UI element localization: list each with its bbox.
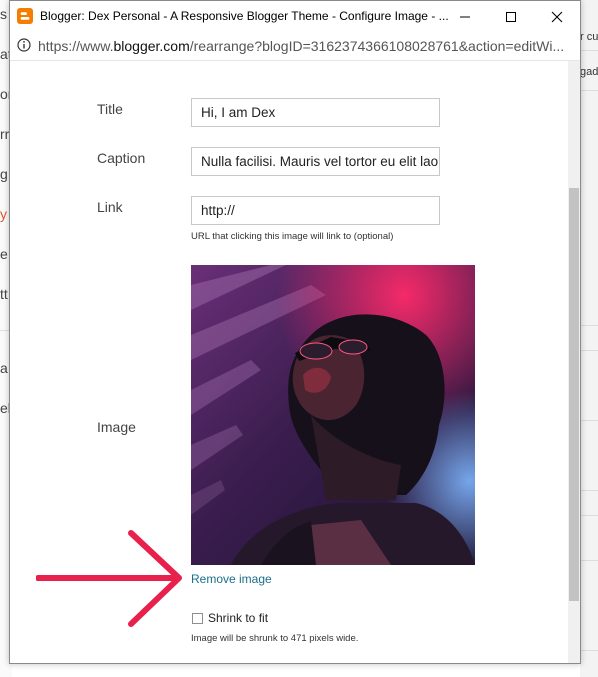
remove-image-link[interactable]: Remove image: [191, 572, 272, 586]
bg-fragment: gad: [580, 66, 598, 78]
bg-divider: [580, 50, 598, 51]
bg-divider: [580, 350, 598, 351]
bg-divider: [580, 515, 598, 516]
scrollbar[interactable]: [568, 61, 580, 663]
image-label: Image: [97, 419, 136, 435]
link-label: Link: [97, 199, 123, 215]
info-icon[interactable]: [17, 38, 31, 52]
link-hint: URL that clicking this image will link t…: [191, 231, 394, 242]
bg-divider: [580, 325, 598, 326]
title-bar[interactable]: Blogger: Dex Personal - A Responsive Blo…: [10, 1, 580, 32]
bg-divider: [580, 420, 598, 421]
scrollbar-thumb[interactable]: [569, 188, 579, 601]
title-input[interactable]: Hi, I am Dex: [191, 98, 440, 127]
bg-divider: [580, 650, 598, 651]
url-prefix: https://www.: [38, 38, 114, 54]
caption-label: Caption: [97, 150, 146, 166]
title-label: Title: [97, 101, 123, 117]
url-text[interactable]: https://www.blogger.com/rearrange?blogID…: [38, 38, 578, 54]
background-page-right: r cu gad: [580, 0, 598, 677]
close-icon: [551, 11, 563, 22]
bg-divider: [580, 90, 598, 91]
image-preview: [191, 265, 475, 565]
address-bar[interactable]: https://www.blogger.com/rearrange?blogID…: [10, 32, 580, 61]
shrink-to-fit-checkbox[interactable]: [192, 613, 203, 624]
url-path: /rearrange?blogID=3162374366108028761&ac…: [189, 38, 565, 54]
close-button[interactable]: [534, 1, 580, 32]
window-title: Blogger: Dex Personal - A Responsive Blo…: [40, 9, 449, 23]
maximize-icon: [506, 11, 516, 22]
shrink-hint: Image will be shrunk to 471 pixels wide.: [191, 633, 359, 644]
minimize-icon: [460, 16, 470, 17]
bg-divider: [580, 490, 598, 491]
arrow-right-icon: [36, 530, 182, 627]
caption-input[interactable]: Nulla facilisi. Mauris vel tortor eu eli…: [191, 147, 440, 176]
url-domain: blogger.com: [113, 38, 190, 54]
shrink-to-fit-label[interactable]: Shrink to fit: [208, 611, 268, 625]
link-input[interactable]: http://: [191, 196, 440, 225]
blogger-icon: [17, 8, 33, 24]
minimize-button[interactable]: [442, 1, 488, 32]
bg-divider: [580, 560, 598, 561]
maximize-button[interactable]: [488, 1, 534, 32]
bg-fragment: r cu: [580, 31, 598, 43]
